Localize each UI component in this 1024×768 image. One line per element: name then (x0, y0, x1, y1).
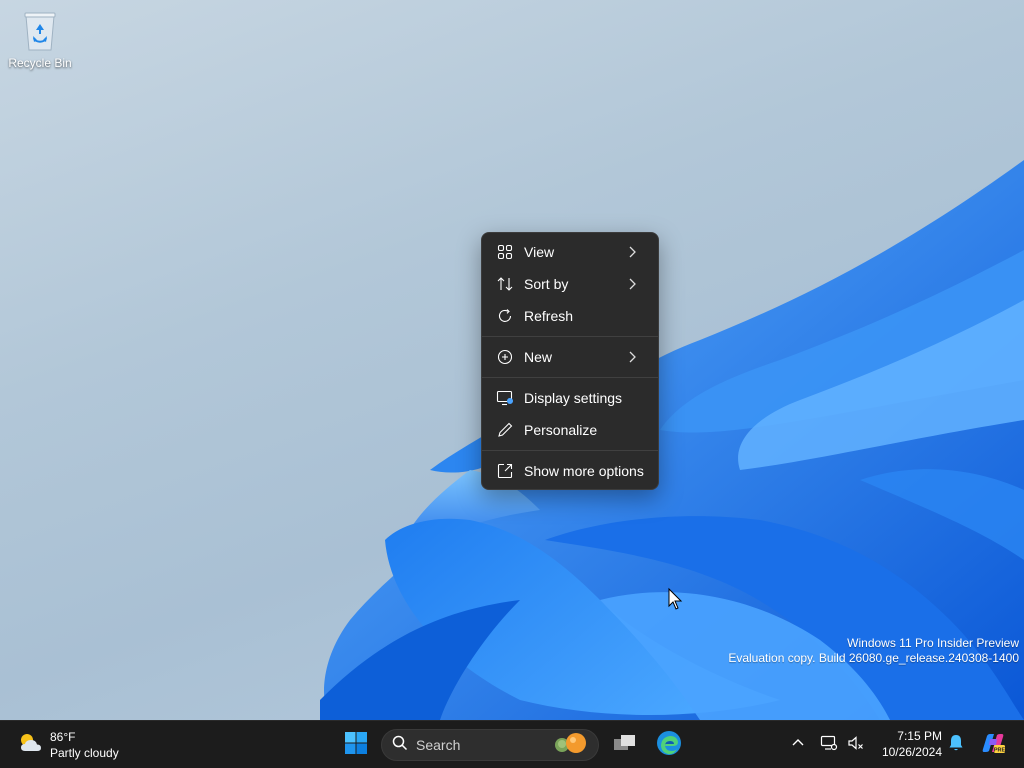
menu-item-refresh[interactable]: Refresh (486, 301, 654, 331)
search-placeholder: Search (416, 737, 461, 753)
taskbar-search-box[interactable]: Search (381, 729, 599, 761)
volume-button[interactable] (845, 731, 867, 759)
clock-time: 7:15 PM (897, 729, 942, 743)
sort-icon (496, 275, 514, 293)
menu-separator (482, 336, 658, 337)
chevron-right-icon (629, 278, 636, 290)
refresh-icon (496, 307, 514, 325)
taskbar-clock[interactable]: 7:15 PM 10/26/2024 (872, 728, 942, 760)
display-settings-icon (496, 389, 514, 407)
evaluation-watermark: Windows 11 Pro Insider Preview Evaluatio… (728, 636, 1019, 666)
volume-muted-icon (847, 735, 865, 756)
grid-icon (496, 243, 514, 261)
menu-item-label: New (524, 349, 553, 365)
partly-cloudy-icon (16, 729, 44, 762)
menu-separator (482, 377, 658, 378)
desktop-icon-recycle-bin[interactable]: Recycle Bin (4, 8, 76, 70)
task-view-button[interactable] (609, 729, 641, 761)
plus-circle-icon (496, 348, 514, 366)
menu-item-label: View (524, 244, 555, 260)
task-view-icon (612, 732, 638, 759)
menu-item-label: Sort by (524, 276, 569, 292)
copilot-button[interactable]: PRE (979, 731, 1007, 759)
menu-item-display-settings[interactable]: Display settings (486, 383, 654, 413)
menu-item-label: Refresh (524, 308, 574, 324)
edge-icon (656, 730, 682, 761)
menu-item-personalize[interactable]: Personalize (486, 415, 654, 445)
menu-item-label: Display settings (524, 390, 623, 406)
menu-item-sort-by[interactable]: Sort by (486, 269, 654, 299)
weather-condition: Partly cloudy (50, 746, 119, 760)
chevron-up-icon (791, 736, 805, 755)
notifications-button[interactable] (946, 731, 966, 759)
weather-widget[interactable]: 86°F Partly cloudy (16, 727, 119, 763)
chevron-right-icon (629, 246, 636, 258)
menu-item-label: Personalize (524, 422, 598, 438)
menu-item-view[interactable]: View (486, 237, 654, 267)
search-highlight-icon (550, 731, 590, 760)
watermark-line-1: Windows 11 Pro Insider Preview (847, 636, 1019, 650)
desktop-icon-label: Recycle Bin (8, 56, 72, 70)
edge-taskbar-button[interactable] (653, 729, 685, 761)
pen-icon (496, 421, 514, 439)
svg-text:PRE: PRE (994, 747, 1006, 753)
weather-temperature: 86°F (50, 730, 76, 744)
menu-item-new[interactable]: New (486, 342, 654, 372)
menu-item-show-more-options[interactable]: Show more options (486, 456, 654, 486)
search-icon (392, 735, 408, 756)
menu-separator (482, 450, 658, 451)
desktop[interactable]: Recycle Bin Windows 11 Pro Insider Previ… (0, 0, 1024, 720)
menu-item-label: Show more options (524, 463, 644, 479)
watermark-line-2: Evaluation copy. Build 26080.ge_release.… (728, 651, 1019, 665)
taskbar: 86°F Partly cloudy Search 7:15 PM 10/26/… (0, 720, 1024, 768)
network-status-button[interactable] (818, 731, 840, 759)
copilot-icon: PRE (980, 731, 1006, 760)
show-hidden-icons-button[interactable] (788, 731, 808, 759)
chevron-right-icon (629, 351, 636, 363)
desktop-context-menu: View Sort by Refresh New Display setting… (481, 232, 659, 490)
clock-date: 10/26/2024 (881, 745, 942, 759)
network-icon (820, 735, 838, 756)
recycle-bin-icon (22, 10, 58, 52)
notification-bell-icon (948, 734, 964, 757)
start-button[interactable] (340, 729, 372, 761)
open-external-icon (496, 462, 514, 480)
windows-start-icon (344, 731, 368, 760)
